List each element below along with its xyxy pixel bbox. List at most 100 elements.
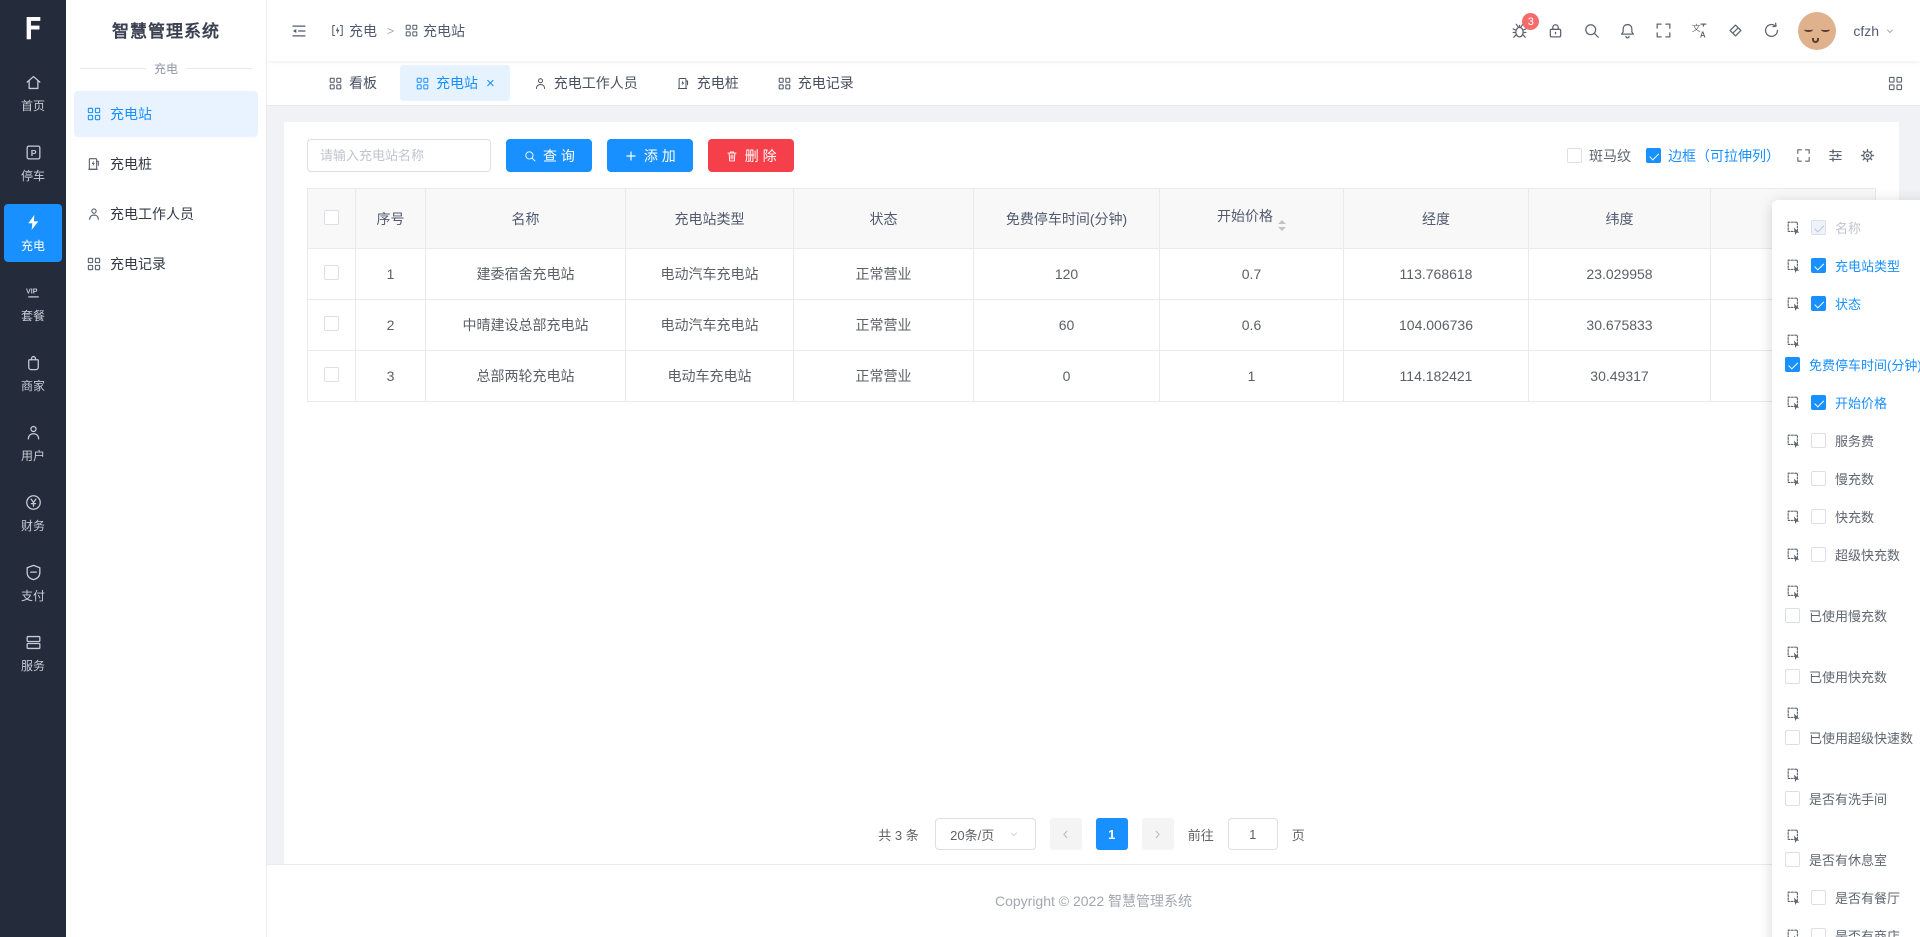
rail-item-home[interactable]: 首页 <box>4 64 62 122</box>
tabs-menu-icon[interactable] <box>1887 75 1904 92</box>
column-option[interactable]: 名称 <box>1785 218 1920 237</box>
column-settings-gear-icon[interactable] <box>1859 147 1876 164</box>
rail-item-parking[interactable]: 停车 <box>4 134 62 192</box>
column-checkbox[interactable] <box>1785 357 1800 372</box>
column-option[interactable]: 已使用快充数 <box>1785 644 1920 686</box>
rail-item-merchants[interactable]: 商家 <box>4 344 62 402</box>
drag-handle-icon[interactable] <box>1785 470 1802 487</box>
breadcrumb-current[interactable]: 充电站 <box>404 21 465 41</box>
app-logo[interactable]: F <box>0 0 66 58</box>
column-option[interactable]: 是否有休息室 <box>1785 827 1920 869</box>
query-button[interactable]: 查 询 <box>506 139 592 172</box>
column-checkbox[interactable] <box>1785 730 1800 745</box>
user-menu[interactable]: cfzh <box>1853 23 1896 39</box>
drag-handle-icon[interactable] <box>1785 766 1920 783</box>
page-number-1[interactable]: 1 <box>1096 818 1128 850</box>
select-all-checkbox[interactable] <box>324 210 339 225</box>
column-checkbox[interactable] <box>1811 296 1826 311</box>
drag-handle-icon[interactable] <box>1785 827 1920 844</box>
rail-item-charging[interactable]: 充电 <box>4 204 62 262</box>
column-checkbox[interactable] <box>1785 608 1800 623</box>
drag-handle-icon[interactable] <box>1785 508 1802 525</box>
close-icon[interactable]: × <box>486 76 495 91</box>
sidebar-item-charging-records[interactable]: 充电记录 <box>74 241 258 287</box>
drag-handle-icon[interactable] <box>1785 332 1920 349</box>
drag-handle-icon[interactable] <box>1785 705 1920 722</box>
tab-charging-piles[interactable]: 充电桩 <box>661 65 754 101</box>
row-checkbox[interactable] <box>324 367 339 382</box>
next-page-button[interactable] <box>1142 818 1174 850</box>
column-checkbox[interactable] <box>1811 433 1826 448</box>
column-option[interactable]: 慢充数 <box>1785 469 1920 488</box>
avatar[interactable] <box>1798 12 1836 50</box>
column-checkbox[interactable] <box>1811 890 1826 905</box>
translate-icon[interactable] <box>1690 21 1709 40</box>
bug-report-icon[interactable]: 3 <box>1510 21 1529 40</box>
column-option[interactable]: 快充数 <box>1785 507 1920 526</box>
refresh-icon[interactable] <box>1762 21 1781 40</box>
bell-icon[interactable] <box>1618 21 1637 40</box>
column-option[interactable]: 状态 <box>1785 294 1920 313</box>
rail-item-services[interactable]: 服务 <box>4 624 62 682</box>
drag-handle-icon[interactable] <box>1785 219 1802 236</box>
sidebar-collapse-icon[interactable] <box>290 22 308 40</box>
tab-charging-records[interactable]: 充电记录 <box>762 65 869 101</box>
column-option[interactable]: 是否有商店 <box>1785 926 1920 937</box>
search-input[interactable] <box>307 139 491 172</box>
theme-icon[interactable] <box>1726 21 1745 40</box>
drag-handle-icon[interactable] <box>1785 257 1802 274</box>
page-size-select[interactable]: 20条/页 <box>935 818 1036 850</box>
column-sort-icon[interactable] <box>1827 147 1844 164</box>
column-checkbox[interactable] <box>1811 547 1826 562</box>
column-option[interactable]: 服务费 <box>1785 431 1920 450</box>
prev-page-button[interactable] <box>1050 818 1082 850</box>
zebra-checkbox-group[interactable]: 斑马纹 <box>1567 146 1631 166</box>
zebra-checkbox[interactable] <box>1567 148 1582 163</box>
sidebar-item-charging-piles[interactable]: 充电桩 <box>74 141 258 187</box>
drag-handle-icon[interactable] <box>1785 583 1920 600</box>
table-fullscreen-icon[interactable] <box>1795 147 1812 164</box>
column-header-start-price[interactable]: 开始价格 <box>1160 189 1344 249</box>
sort-caret-icon[interactable] <box>1278 220 1286 231</box>
column-option[interactable]: 是否有餐厅 <box>1785 888 1920 907</box>
rail-item-payment[interactable]: 支付 <box>4 554 62 612</box>
sidebar-item-charging-stations[interactable]: 充电站 <box>74 91 258 137</box>
column-checkbox[interactable] <box>1785 791 1800 806</box>
column-option[interactable]: 充电站类型 <box>1785 256 1920 275</box>
breadcrumb-parent[interactable]: 充电 <box>330 21 377 41</box>
lock-screen-icon[interactable] <box>1546 21 1565 40</box>
row-checkbox[interactable] <box>324 265 339 280</box>
rail-item-packages[interactable]: 套餐 <box>4 274 62 332</box>
drag-handle-icon[interactable] <box>1785 546 1802 563</box>
column-option[interactable]: 已使用超级快速数 <box>1785 705 1920 747</box>
column-checkbox[interactable] <box>1811 928 1826 937</box>
column-option[interactable]: 开始价格 <box>1785 393 1920 412</box>
drag-handle-icon[interactable] <box>1785 432 1802 449</box>
delete-button[interactable]: 删 除 <box>708 139 794 172</box>
column-checkbox[interactable] <box>1811 509 1826 524</box>
rail-item-users[interactable]: 用户 <box>4 414 62 472</box>
add-button[interactable]: 添 加 <box>607 139 693 172</box>
search-icon[interactable] <box>1582 21 1601 40</box>
column-option[interactable]: 已使用慢充数 <box>1785 583 1920 625</box>
border-checkbox-group[interactable]: 边框（可拉伸列） <box>1646 146 1780 166</box>
table-row[interactable]: 2 中晴建设总部充电站 电动汽车充电站 正常营业 60 0.6 104.0067… <box>308 300 1876 351</box>
goto-page-input[interactable] <box>1228 818 1278 850</box>
rail-item-finance[interactable]: 财务 <box>4 484 62 542</box>
tab-dashboard[interactable]: 看板 <box>313 65 392 101</box>
drag-handle-icon[interactable] <box>1785 394 1802 411</box>
drag-handle-icon[interactable] <box>1785 295 1802 312</box>
column-checkbox[interactable] <box>1811 395 1826 410</box>
tab-charging-staff[interactable]: 充电工作人员 <box>518 65 653 101</box>
tab-charging-stations[interactable]: 充电站 × <box>400 65 510 101</box>
column-checkbox[interactable] <box>1785 852 1800 867</box>
row-checkbox[interactable] <box>324 316 339 331</box>
column-option[interactable]: 超级快充数 <box>1785 545 1920 564</box>
sidebar-item-charging-staff[interactable]: 充电工作人员 <box>74 191 258 237</box>
fullscreen-icon[interactable] <box>1654 21 1673 40</box>
border-checkbox[interactable] <box>1646 148 1661 163</box>
drag-handle-icon[interactable] <box>1785 644 1920 661</box>
table-row[interactable]: 3 总部两轮充电站 电动车充电站 正常营业 0 1 114.182421 30.… <box>308 351 1876 402</box>
drag-handle-icon[interactable] <box>1785 889 1802 906</box>
column-option[interactable]: 免费停车时间(分钟) <box>1785 332 1920 374</box>
